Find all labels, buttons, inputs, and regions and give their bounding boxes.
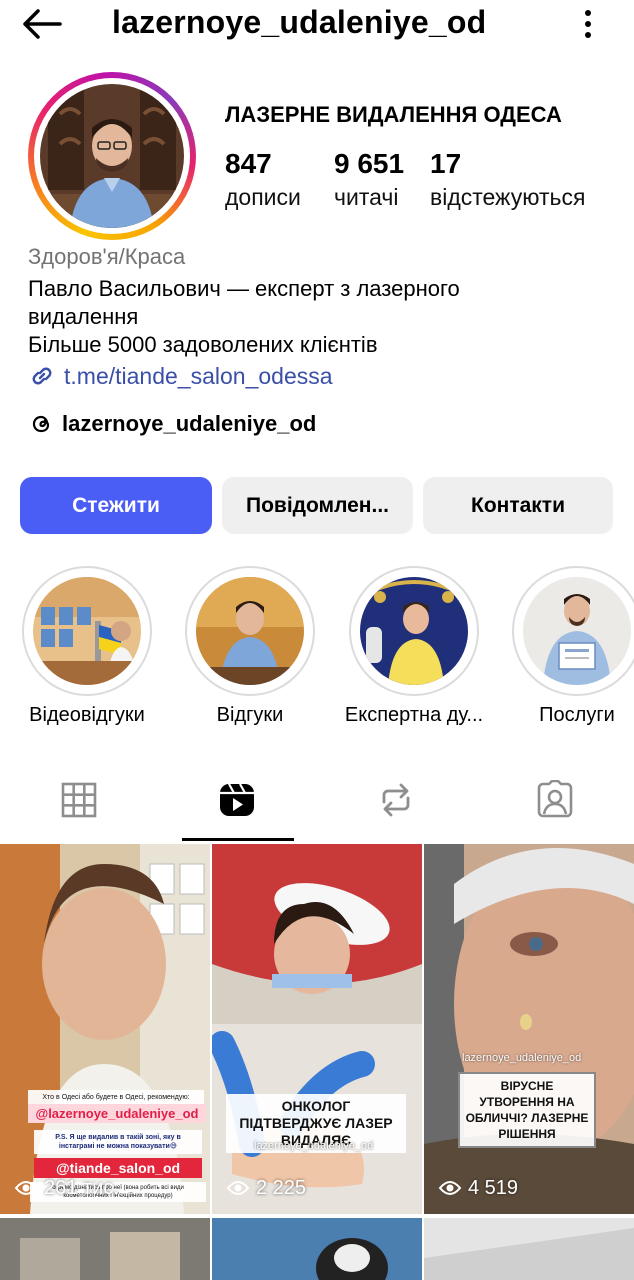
reel-views: 261 тис. — [14, 1176, 119, 1200]
reel-image — [0, 1218, 210, 1280]
highlight-services[interactable]: Послуги — [512, 566, 634, 726]
avatar — [40, 84, 184, 228]
repost-icon — [382, 783, 410, 817]
reel-image — [424, 844, 634, 1214]
reel-views: 4 519 — [438, 1176, 518, 1200]
reel-ps-text: P.S. Я ще видалив в такій зоні, яку в ін… — [34, 1130, 202, 1154]
contacts-button[interactable]: Контакти — [423, 477, 613, 534]
link-icon — [32, 367, 52, 385]
message-button[interactable]: Повідомлен... — [222, 477, 413, 534]
highlight-expert-opinion[interactable]: Експертна ду... — [345, 566, 483, 726]
tab-reposts[interactable] — [317, 760, 475, 840]
reel-caption: ВІРУСНЕ УТВОРЕННЯ НА ОБЛИЧЧІ? ЛАЗЕРНЕ РІ… — [458, 1072, 596, 1148]
followers-count[interactable]: 9 651 читачі — [334, 148, 404, 211]
profile-tabs — [0, 760, 634, 842]
reel-views: 2 225 — [226, 1176, 306, 1200]
reel-views-count: 2 225 — [256, 1176, 307, 1199]
bio-line: Павло Васильович — експерт з лазерного — [28, 276, 460, 301]
highlight-label: Послуги — [539, 704, 615, 726]
highlight-cover — [360, 577, 468, 685]
tab-reels[interactable] — [158, 760, 316, 840]
reel-views-count: 4 519 — [468, 1176, 519, 1199]
reel-thumbnail[interactable]: Хто в Одесі або будете в Одесі, рекоменд… — [0, 844, 210, 1214]
reel-image — [212, 1218, 422, 1280]
active-tab-indicator — [182, 838, 294, 841]
highlight-label: Відеовідгуки — [29, 704, 145, 726]
profile-username-title: lazernoye_udaleniye_od — [112, 4, 487, 40]
posts-count-label: дописи — [225, 184, 301, 210]
reel-tag: @tiande_salon_od — [34, 1158, 202, 1178]
posts-count-value: 847 — [225, 148, 272, 179]
top-bar: lazernoye_udaleniye_od — [0, 0, 634, 50]
highlight-label: Експертна ду... — [344, 704, 484, 726]
reel-thumbnail[interactable] — [424, 1218, 634, 1280]
reel-thumbnail[interactable] — [0, 1218, 210, 1280]
profile-bio: Павло Васильович — експерт з лазерного в… — [28, 275, 608, 359]
eye-icon — [14, 1181, 38, 1195]
posts-count[interactable]: 847 дописи — [225, 148, 301, 211]
highlight-cover — [196, 577, 304, 685]
profile-category: Здоров'я/Краса — [28, 244, 186, 269]
highlight-label: Відгуки — [216, 704, 284, 726]
tab-tagged[interactable] — [476, 760, 634, 840]
followers-count-label: читачі — [334, 184, 399, 210]
tab-posts-grid[interactable] — [0, 760, 158, 840]
tagged-icon — [537, 780, 573, 818]
highlight-video-reviews[interactable]: Відеовідгуки — [22, 566, 152, 726]
followers-count-value: 9 651 — [334, 148, 405, 179]
reel-views-count: 261 тис. — [44, 1176, 119, 1199]
reel-thumbnail[interactable]: lazernoye_udaleniye_od ВІРУСНЕ УТВОРЕННЯ… — [424, 844, 634, 1214]
threads-handle: lazernoye_udaleniye_od — [62, 411, 317, 436]
bio-line: Більше 5000 задоволених клієнтів — [28, 332, 378, 357]
reels-icon — [220, 783, 254, 816]
following-count-value: 17 — [430, 148, 462, 179]
arrow-left-icon — [23, 9, 62, 39]
highlight-reviews[interactable]: Відгуки — [185, 566, 315, 726]
highlight-cover — [523, 577, 631, 685]
back-button[interactable] — [20, 6, 64, 42]
follow-button[interactable]: Стежити — [20, 477, 212, 534]
reel-question-text: Хто в Одесі або будете в Одесі, рекоменд… — [28, 1090, 204, 1105]
avatar-story-ring[interactable] — [28, 72, 196, 240]
reel-thumbnail[interactable]: ОНКОЛОГ ПІДТВЕРДЖУЄ ЛАЗЕР ВИДАЛЯЄ lazern… — [212, 844, 422, 1214]
bio-line: видалення — [28, 304, 139, 329]
eye-icon — [438, 1181, 462, 1195]
profile-link-text: t.me/tiande_salon_odessa — [64, 362, 333, 389]
threads-badge[interactable]: lazernoye_udaleniye_od — [28, 410, 316, 438]
eye-icon — [226, 1181, 250, 1195]
threads-icon — [32, 415, 50, 433]
more-vertical-icon — [585, 10, 591, 38]
following-count-label: відстежуються — [430, 184, 586, 210]
reel-thumbnail[interactable] — [212, 1218, 422, 1280]
reel-watermark: lazernoye_udaleniye_od — [254, 1140, 374, 1152]
following-count[interactable]: 17 відстежуються — [430, 148, 585, 211]
reel-tag: @lazernoye_udaleniye_od — [28, 1104, 206, 1123]
reel-image — [424, 1218, 634, 1280]
grid-icon — [61, 782, 97, 818]
more-options-button[interactable] — [582, 8, 594, 40]
profile-display-name: ЛАЗЕРНЕ ВИДАЛЕННЯ ОДЕСА — [225, 102, 562, 127]
highlight-cover — [33, 577, 141, 685]
reel-watermark: lazernoye_udaleniye_od — [462, 1052, 582, 1064]
profile-link[interactable]: t.me/tiande_salon_odessa — [28, 362, 333, 390]
reel-image — [212, 844, 422, 1214]
